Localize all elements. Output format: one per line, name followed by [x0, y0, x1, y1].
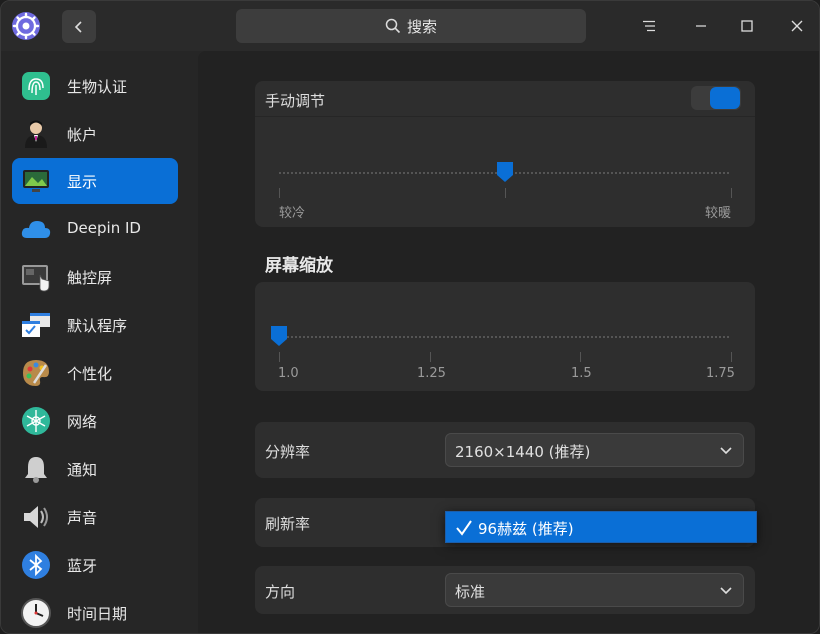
colder-label: 较冷	[279, 206, 306, 221]
sidebar: 生物认证 帐户 显示 Deepin ID 触控屏 默认程序 个性化 网络 通知 …	[1, 51, 189, 633]
sidebar-item-network[interactable]: 网络	[12, 398, 178, 444]
sidebar-item-deepin-id[interactable]: Deepin ID	[12, 206, 178, 252]
menu-button[interactable]	[634, 11, 664, 41]
sidebar-item-biometric[interactable]: 生物认证	[12, 63, 178, 109]
checkmark-icon	[456, 520, 472, 536]
resolution-label: 分辨率	[265, 443, 311, 461]
refresh-rate-dropdown-option[interactable]: 96赫兹 (推荐)	[445, 511, 757, 543]
sidebar-item-label: 帐户	[67, 126, 98, 144]
slider-tick	[279, 188, 280, 198]
clock-icon	[20, 597, 52, 629]
slider-tick	[279, 352, 280, 362]
palette-icon	[20, 357, 52, 389]
sidebar-item-notifications[interactable]: 通知	[12, 446, 178, 492]
control-center-icon	[11, 11, 41, 41]
sidebar-item-display[interactable]: 显示	[12, 158, 178, 204]
manual-adjust-toggle[interactable]	[691, 86, 741, 110]
back-button[interactable]	[62, 10, 96, 43]
close-icon	[791, 20, 803, 32]
maximize-icon	[741, 20, 753, 32]
sidebar-item-personalization[interactable]: 个性化	[12, 350, 178, 396]
chevron-down-icon	[720, 587, 732, 595]
sidebar-item-label: 声音	[67, 509, 98, 527]
bell-icon	[20, 453, 52, 485]
speaker-icon	[20, 501, 52, 533]
sidebar-item-sound[interactable]: 声音	[12, 494, 178, 540]
refresh-rate-option-label: 96赫兹 (推荐)	[478, 520, 574, 538]
warmer-label: 较暖	[704, 206, 731, 221]
sidebar-item-datetime[interactable]: 时间日期	[12, 590, 178, 633]
chevron-down-icon	[720, 447, 732, 455]
color-temperature-panel: 手动调节 较冷 较暖	[255, 81, 755, 227]
orientation-select[interactable]: 标准	[445, 573, 744, 607]
sidebar-item-default-apps[interactable]: 默认程序	[12, 302, 178, 348]
scale-tick-label: 1.75	[706, 366, 735, 381]
minimize-button[interactable]	[686, 11, 716, 41]
slider-tick	[731, 188, 732, 198]
account-icon	[20, 118, 52, 150]
scaling-slider-handle[interactable]	[269, 324, 289, 348]
slider-tick	[731, 352, 732, 362]
chevron-left-icon	[74, 20, 82, 33]
refresh-rate-label: 刷新率	[265, 515, 311, 533]
fingerprint-icon	[20, 70, 52, 102]
network-icon	[20, 405, 52, 437]
scale-tick-label: 1.5	[571, 366, 592, 381]
sidebar-item-label: 个性化	[67, 365, 113, 383]
sidebar-item-label: 通知	[67, 461, 98, 479]
search-placeholder: 搜索	[406, 17, 437, 36]
cloud-icon	[20, 213, 52, 245]
orientation-value: 标准	[455, 583, 486, 601]
sidebar-item-label: 显示	[67, 173, 98, 191]
sidebar-item-label: 网络	[67, 413, 98, 431]
screen-scaling-title: 屏幕缩放	[265, 256, 333, 276]
orientation-label: 方向	[265, 583, 296, 601]
search-icon	[385, 18, 401, 34]
slider-tick	[505, 188, 506, 198]
settings-window: 搜索 生物认证 帐户 显示 Deepin ID 触控屏 默认程序 个性化 网络 …	[0, 0, 820, 634]
sidebar-item-bluetooth[interactable]: 蓝牙	[12, 542, 178, 588]
sidebar-item-label: 生物认证	[67, 78, 128, 96]
menu-icon	[643, 20, 655, 32]
sidebar-item-touchscreen[interactable]: 触控屏	[12, 254, 178, 300]
resolution-value: 2160×1440 (推荐)	[455, 443, 591, 461]
default-apps-icon	[20, 309, 52, 341]
orientation-row: 方向 标准	[255, 566, 755, 614]
resolution-row: 分辨率 2160×1440 (推荐)	[255, 422, 755, 478]
display-icon	[20, 165, 52, 197]
scale-tick-label: 1.25	[417, 366, 446, 381]
sidebar-item-label: 触控屏	[67, 269, 113, 287]
manual-adjust-label: 手动调节	[265, 92, 326, 110]
search-box[interactable]: 搜索	[236, 9, 586, 43]
close-button[interactable]	[782, 11, 812, 41]
panel-header	[255, 81, 755, 117]
scale-tick-label: 1.0	[278, 366, 299, 381]
minimize-icon	[696, 25, 706, 27]
sidebar-item-label: 时间日期	[67, 605, 128, 623]
sidebar-item-label: 默认程序	[67, 317, 128, 335]
resolution-select[interactable]: 2160×1440 (推荐)	[445, 433, 744, 467]
slider-tick	[430, 352, 431, 362]
touchscreen-icon	[20, 261, 52, 293]
slider-tick	[580, 352, 581, 362]
sidebar-item-accounts[interactable]: 帐户	[12, 111, 178, 157]
scaling-slider-track[interactable]	[279, 336, 731, 338]
screen-scaling-panel: 1.0 1.25 1.5 1.75	[255, 282, 755, 391]
color-temp-slider-handle[interactable]	[495, 160, 515, 184]
title-bar: 搜索	[1, 1, 819, 51]
bluetooth-icon	[20, 549, 52, 581]
sidebar-item-label: 蓝牙	[67, 557, 98, 575]
maximize-button[interactable]	[732, 11, 762, 41]
sidebar-item-label: Deepin ID	[67, 219, 141, 237]
